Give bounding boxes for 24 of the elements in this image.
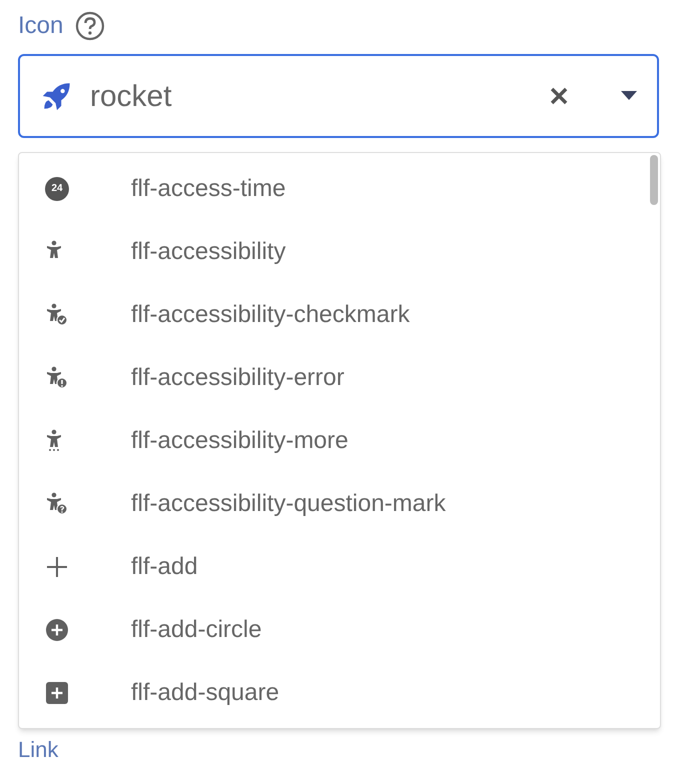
person-check-icon bbox=[45, 302, 69, 326]
person-question-icon bbox=[45, 492, 69, 516]
icon-option[interactable]: flf-accessibility-question-mark bbox=[19, 472, 660, 535]
icon-option[interactable]: flf-accessibility-error bbox=[19, 346, 660, 409]
selected-value: rocket bbox=[90, 78, 173, 114]
field-label: Icon bbox=[18, 11, 64, 41]
icon-option[interactable]: flf-add-circle bbox=[19, 598, 660, 661]
plus-icon bbox=[45, 554, 69, 578]
icon-option[interactable]: flf-add bbox=[19, 535, 660, 598]
person-alert-icon bbox=[45, 366, 69, 390]
plus-square-icon bbox=[45, 680, 69, 704]
plus-circle-icon bbox=[45, 618, 69, 642]
help-icon[interactable] bbox=[75, 11, 106, 41]
icon-option[interactable]: flf-accessibility bbox=[19, 220, 660, 283]
scrollbar-thumb[interactable] bbox=[650, 155, 658, 205]
icon-select-field[interactable]: rocket bbox=[18, 54, 659, 138]
clear-icon[interactable] bbox=[549, 86, 569, 106]
field-label: Link bbox=[18, 736, 60, 764]
icon-option[interactable]: flf-accessibility-checkmark bbox=[19, 283, 660, 346]
icon-option[interactable]: 24 flf-access-time bbox=[19, 157, 660, 220]
clock-badge-icon: 24 bbox=[45, 176, 69, 200]
caret-icon[interactable] bbox=[621, 91, 637, 101]
icon-option[interactable]: flf-accessibility-more bbox=[19, 409, 660, 472]
icon-option[interactable]: flf-add-square bbox=[19, 661, 660, 724]
